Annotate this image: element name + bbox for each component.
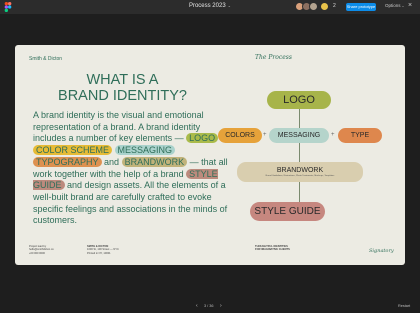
footer-contact: Project lead by hello@smithdicton.co +00… (29, 245, 54, 255)
keyword-color-scheme: COLOR SCHEME (33, 145, 113, 156)
keyword-brandwork: BRANDWORK (121, 156, 188, 167)
section-label: The Process (255, 54, 292, 61)
title-line: WHAT IS A (86, 72, 159, 88)
connector-line (299, 182, 300, 202)
keyword-typography: TYPOGRAPHY (33, 156, 102, 167)
options-label: Options (385, 3, 401, 8)
avatar[interactable] (320, 2, 329, 11)
brandwork-subtitle: Brand Guidelines, Illustrations, Photo T… (265, 175, 335, 177)
close-icon[interactable]: × (408, 2, 412, 9)
diagram-colors-node: COLORS (218, 128, 262, 143)
collaborator-avatars[interactable]: 2 (295, 2, 336, 12)
file-title[interactable]: Process 2023 ⌄ (150, 3, 270, 9)
footer-text: +00 000 0000 (29, 251, 45, 255)
title-line: BRAND IDENTITY? (58, 87, 187, 104)
plus-icon: + (263, 132, 267, 138)
keyword-logo: LOGO (186, 133, 219, 144)
file-title-text: Process 2023 (188, 3, 226, 9)
avatar[interactable] (309, 2, 318, 11)
figma-logo-icon[interactable] (4, 2, 14, 12)
body-text: and (104, 156, 120, 167)
signature: Signatory (369, 248, 394, 254)
diagram-messaging-node: MESSAGING (269, 128, 329, 143)
chevron-down-icon: ⌄ (227, 3, 232, 8)
page-indicator: 3 / 36 (204, 304, 214, 308)
footer-heading: FOR IMAGINATIVE CLIENTS (255, 248, 290, 252)
top-toolbar: Process 2023 ⌄ 2 Share prototype Options⌄… (0, 0, 420, 14)
chevron-down-icon: ⌄ (401, 4, 405, 8)
presentation-slide: Smith & Dicton The Process WHAT IS A BRA… (15, 45, 405, 265)
share-prototype-button[interactable]: Share prototype (346, 3, 376, 11)
restart-button[interactable]: Restart (398, 304, 410, 308)
plus-icon: + (331, 132, 335, 138)
footer-text: Printed in NY, 10001 (87, 251, 111, 255)
footer-tagline: THOUGHTFUL IDENTITIES FOR IMAGINATIVE CL… (255, 245, 290, 252)
brandwork-title: BRANDWORK (276, 167, 324, 174)
previous-slide-icon[interactable]: ‹ (196, 303, 198, 309)
body-text: A brand identity is the visual and emoti… (33, 110, 204, 144)
diagram-style-guide-node: STYLE GUIDE (250, 202, 325, 221)
body-paragraph: A brand identity is the visual and emoti… (33, 110, 233, 227)
footer-address: SMITH & DICTON 1000 St, 100 Street — NYC… (87, 245, 119, 255)
next-slide-icon[interactable]: › (220, 303, 222, 309)
diagram-type-node: TYPE (338, 128, 382, 143)
connector-line (299, 109, 300, 128)
brand-name: Smith & Dicton (29, 56, 63, 62)
diagram-brandwork-node: BRANDWORK Brand Guidelines, Illustration… (237, 162, 363, 182)
connector-line (299, 143, 300, 162)
collaborator-count: 2 (333, 3, 336, 9)
keyword-messaging: MESSAGING (114, 145, 176, 156)
options-button[interactable]: Options⌄ (385, 3, 404, 8)
slide-title: WHAT IS A BRAND IDENTITY? (35, 72, 210, 104)
diagram-logo-node: LOGO (267, 91, 331, 109)
